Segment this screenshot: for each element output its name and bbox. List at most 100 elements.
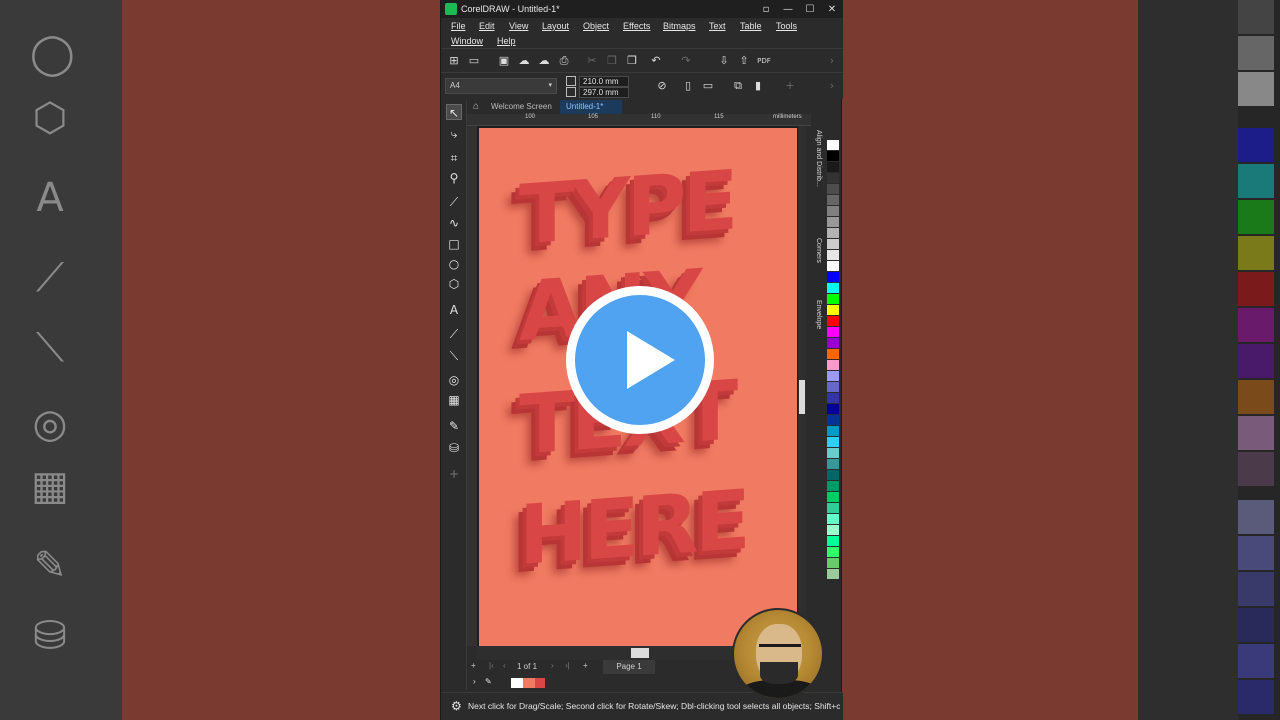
docker-corners[interactable]: Corners bbox=[812, 238, 822, 278]
save-icon[interactable]: ▣ bbox=[497, 54, 511, 68]
shape-tool-icon[interactable]: ⤷ bbox=[446, 126, 462, 142]
menu-help[interactable]: Help bbox=[497, 36, 516, 46]
menu-view[interactable]: View bbox=[509, 21, 528, 31]
palette-swatch[interactable] bbox=[827, 294, 839, 305]
palette-swatch[interactable] bbox=[827, 349, 839, 360]
redo-icon[interactable]: ↷ bbox=[679, 54, 693, 68]
palette-swatch[interactable] bbox=[827, 360, 839, 371]
home-icon[interactable]: ⌂ bbox=[467, 100, 485, 114]
tab-welcome-screen[interactable]: Welcome Screen bbox=[485, 100, 558, 114]
palette-swatch[interactable] bbox=[827, 415, 839, 426]
maximize-button[interactable]: ☐ bbox=[799, 0, 821, 18]
transparency-tool-icon[interactable]: ▦ bbox=[446, 392, 462, 408]
palette-swatch[interactable] bbox=[827, 173, 839, 184]
import-icon[interactable]: ⇩ bbox=[717, 54, 731, 68]
prev-page-icon[interactable]: ‹ bbox=[503, 661, 506, 670]
vertical-ruler[interactable] bbox=[467, 126, 477, 646]
palette-swatch[interactable] bbox=[827, 327, 839, 338]
page-width-field[interactable]: 210.0 mm bbox=[579, 76, 629, 87]
palette-swatch[interactable] bbox=[827, 228, 839, 239]
menu-effects[interactable]: Effects bbox=[623, 21, 650, 31]
first-page-icon[interactable]: |‹ bbox=[489, 661, 494, 670]
print-icon[interactable]: ⎙ bbox=[557, 54, 571, 68]
palette-swatch[interactable] bbox=[827, 195, 839, 206]
palette-swatch[interactable] bbox=[827, 569, 839, 580]
docker-align-distribute[interactable]: Align and Distrib... bbox=[812, 130, 822, 230]
swatch-white[interactable] bbox=[511, 678, 523, 688]
scroll-thumb[interactable] bbox=[799, 380, 805, 414]
connector-tool-icon[interactable]: ⟍ bbox=[446, 348, 462, 364]
zoom-tool-icon[interactable]: ⚲ bbox=[446, 170, 462, 186]
rectangle-tool-icon[interactable]: □ bbox=[446, 236, 462, 252]
palette-swatch[interactable] bbox=[827, 382, 839, 393]
horizontal-ruler[interactable]: 100 105 110 115 millimeters bbox=[467, 114, 823, 126]
palette-swatch[interactable] bbox=[827, 481, 839, 492]
palette-swatch[interactable] bbox=[827, 426, 839, 437]
minimize-button[interactable]: — bbox=[777, 0, 799, 18]
palette-swatch[interactable] bbox=[827, 459, 839, 470]
palette-swatch[interactable] bbox=[827, 536, 839, 547]
palette-swatch[interactable] bbox=[827, 404, 839, 415]
palette-swatch[interactable] bbox=[827, 305, 839, 316]
all-pages-icon[interactable]: ⧉ bbox=[731, 79, 745, 93]
palette-swatch[interactable] bbox=[827, 250, 839, 261]
crop-tool-icon[interactable]: ⌗ bbox=[446, 150, 462, 166]
palette-swatch[interactable] bbox=[827, 470, 839, 481]
palette-swatch[interactable] bbox=[827, 316, 839, 327]
swatch-salmon[interactable] bbox=[523, 678, 535, 688]
cloud-upload-icon[interactable]: ☁ bbox=[517, 54, 531, 68]
artwork-line[interactable]: TYPE bbox=[519, 153, 734, 263]
palette-swatch[interactable] bbox=[827, 283, 839, 294]
palette-swatch[interactable] bbox=[827, 503, 839, 514]
gear-icon[interactable]: ⚙ bbox=[451, 699, 462, 713]
add-page-end-icon[interactable]: + bbox=[583, 661, 588, 670]
propbar-overflow-icon[interactable]: › bbox=[825, 79, 839, 93]
cloud-download-icon[interactable]: ☁ bbox=[537, 54, 551, 68]
artistic-media-icon[interactable]: ∿ bbox=[446, 215, 462, 231]
menu-tools[interactable]: Tools bbox=[776, 21, 797, 31]
palette-swatch[interactable] bbox=[827, 140, 839, 151]
palette-swatch[interactable] bbox=[827, 261, 839, 272]
toolbar-overflow-icon[interactable]: › bbox=[825, 54, 839, 68]
play-button[interactable] bbox=[566, 286, 714, 434]
menu-text[interactable]: Text bbox=[709, 21, 726, 31]
ellipse-tool-icon[interactable]: ○ bbox=[446, 256, 462, 272]
swatch-red[interactable] bbox=[535, 678, 545, 688]
palette-swatch[interactable] bbox=[827, 272, 839, 283]
paste-icon[interactable]: ❒ bbox=[625, 54, 639, 68]
palette-swatch[interactable] bbox=[827, 492, 839, 503]
eyedropper-icon[interactable]: ✎ bbox=[485, 677, 492, 686]
open-icon[interactable]: ▭ bbox=[467, 54, 481, 68]
palette-swatch[interactable] bbox=[827, 162, 839, 173]
docker-envelope[interactable]: Envelope bbox=[812, 300, 822, 340]
palette-swatch[interactable] bbox=[827, 547, 839, 558]
pdf-icon[interactable]: PDF bbox=[757, 54, 771, 68]
palette-swatch[interactable] bbox=[827, 338, 839, 349]
palette-swatch[interactable] bbox=[827, 239, 839, 250]
artwork-line[interactable]: HERE bbox=[519, 473, 747, 584]
interactive-fill-icon[interactable]: ⛁ bbox=[446, 440, 462, 456]
palette-swatch[interactable] bbox=[827, 371, 839, 382]
menu-layout[interactable]: Layout bbox=[542, 21, 569, 31]
palette-swatch[interactable] bbox=[827, 437, 839, 448]
menu-window[interactable]: Window bbox=[451, 36, 483, 46]
menu-bitmaps[interactable]: Bitmaps bbox=[663, 21, 696, 31]
export-icon[interactable]: ⇧ bbox=[737, 54, 751, 68]
freehand-tool-icon[interactable]: ⟋ bbox=[446, 194, 462, 210]
palette-swatch[interactable] bbox=[827, 206, 839, 217]
palette-swatch[interactable] bbox=[827, 525, 839, 536]
palette-expand-icon[interactable]: › bbox=[473, 677, 476, 686]
menu-edit[interactable]: Edit bbox=[479, 21, 495, 31]
palette-swatch[interactable] bbox=[827, 558, 839, 569]
palette-swatch[interactable] bbox=[827, 217, 839, 228]
vertical-scrollbar[interactable] bbox=[798, 126, 806, 646]
palette-swatch[interactable] bbox=[827, 184, 839, 195]
add-page-icon[interactable]: + bbox=[471, 661, 476, 670]
menu-table[interactable]: Table bbox=[740, 21, 762, 31]
add-icon[interactable]: + bbox=[783, 79, 797, 93]
blend-tool-icon[interactable]: ◎ bbox=[446, 372, 462, 388]
page-tab[interactable]: Page 1 bbox=[603, 660, 655, 674]
eyedropper-tool-icon[interactable]: ✎ bbox=[446, 418, 462, 434]
current-page-icon[interactable]: ▮ bbox=[751, 79, 765, 93]
new-document-icon[interactable]: ⊞ bbox=[447, 54, 461, 68]
